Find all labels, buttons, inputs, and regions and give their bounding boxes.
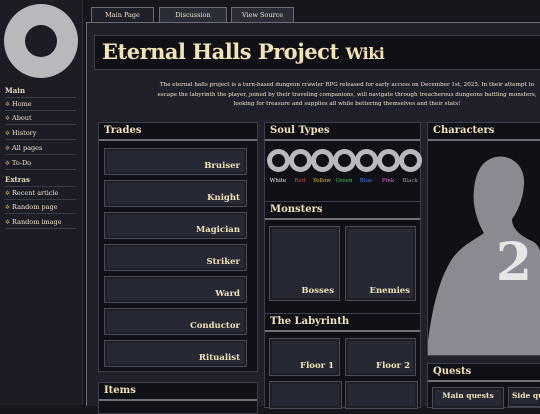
trade-magician-button[interactable]: Magician: [104, 212, 247, 239]
soul-white-icon[interactable]: [267, 149, 290, 172]
soul-label-pink: Pink: [381, 178, 395, 184]
trade-ritualist-button[interactable]: Ritualist: [104, 340, 247, 367]
bullet-icon: ✲: [5, 115, 11, 122]
monsters-enemies-button[interactable]: Enemies: [345, 226, 416, 301]
bullet-icon: ✲: [5, 130, 11, 137]
monsters-panel: Monsters Bosses Enemies: [264, 201, 421, 325]
trade-striker-button[interactable]: Striker: [104, 244, 247, 271]
quests-main-button[interactable]: Main quests: [432, 387, 504, 409]
trades-panel: Trades Bruiser Knight Magician Striker W…: [98, 122, 258, 372]
sidebar: Main ✲ Home ✲ About ✲ History ✲ All pages ✲ T…: [0, 0, 83, 405]
sidebar-item-recent-article[interactable]: ✲ Recent article: [5, 186, 76, 200]
characters-heading: Characters: [428, 123, 540, 141]
sidebar-item-all-pages[interactable]: ✲ All pages: [5, 142, 76, 155]
bullet-icon: ✲: [5, 101, 11, 108]
sidebar-item-home[interactable]: ✲ Home: [5, 97, 76, 111]
soul-label-black: Black: [402, 178, 418, 184]
trade-ward-button[interactable]: Ward: [104, 276, 247, 303]
tab-main-page[interactable]: Main Page: [91, 7, 154, 23]
bullet-icon: ✲: [5, 190, 11, 197]
trade-knight-button[interactable]: Knight: [104, 180, 247, 207]
sidebar-heading-main: Main: [5, 86, 26, 95]
character-number-mark: 2: [495, 232, 533, 293]
sidebar-heading-extras: Extras: [5, 175, 30, 184]
soul-label-yellow: Yellow: [313, 178, 331, 184]
title-banner: Eternal Halls Project Wiki: [94, 35, 540, 70]
sidebar-item-to-do[interactable]: ✲ To-Do: [5, 157, 76, 170]
main-content: Eternal Halls Project Wiki The eternal h…: [86, 22, 540, 414]
bullet-icon: ✲: [5, 145, 11, 152]
bullet-icon: ✲: [5, 219, 11, 226]
labyrinth-panel: The Labyrinth Floor 1 Floor 2: [264, 313, 421, 409]
intro-paragraph: The eternal halls project is a turn-base…: [157, 82, 537, 107]
tab-discussion[interactable]: Discussion: [159, 7, 227, 23]
sidebar-item-about[interactable]: ✲ About: [5, 112, 76, 125]
sidebar-item-history[interactable]: ✲ History: [5, 127, 76, 140]
soul-label-red: Red: [294, 178, 306, 184]
monsters-heading: Monsters: [265, 202, 420, 220]
bullet-icon: ✲: [5, 204, 11, 211]
soul-green-icon[interactable]: [333, 149, 356, 172]
bullet-icon: ✲: [5, 160, 11, 167]
sidebar-item-random-image[interactable]: ✲ Random image: [5, 216, 76, 229]
labyrinth-floor-1-button[interactable]: Floor 1: [269, 338, 340, 376]
wiki-logo[interactable]: [4, 4, 78, 78]
quests-heading: Quests: [428, 364, 540, 382]
soul-blue-icon[interactable]: [355, 149, 378, 172]
labyrinth-floor-2-button[interactable]: Floor 2: [345, 338, 416, 376]
soul-yellow-icon[interactable]: [311, 149, 334, 172]
quests-panel: Quests Main quests Side que: [427, 363, 540, 409]
page-title: Eternal Halls Project Wiki: [102, 39, 385, 64]
characters-panel: Characters 2: [427, 122, 540, 356]
trade-conductor-button[interactable]: Conductor: [104, 308, 247, 335]
labyrinth-heading: The Labyrinth: [265, 314, 420, 332]
soul-pink-icon[interactable]: [377, 149, 400, 172]
soul-black-icon[interactable]: [399, 149, 422, 172]
trades-heading: Trades: [99, 123, 257, 141]
items-panel: Items: [98, 382, 258, 414]
monsters-bosses-button[interactable]: Bosses: [269, 226, 340, 301]
soul-red-icon[interactable]: [289, 149, 312, 172]
soul-label-white: White: [269, 178, 287, 184]
tab-view-source[interactable]: View Source: [231, 7, 294, 23]
soul-types-heading: Soul Types: [265, 123, 420, 141]
sidebar-item-random-page[interactable]: ✲ Random page: [5, 201, 76, 214]
soul-label-blue: Blue: [359, 178, 373, 184]
soul-label-green: Green: [335, 178, 353, 184]
quests-side-button[interactable]: Side que: [508, 387, 540, 407]
trade-bruiser-button[interactable]: Bruiser: [104, 148, 247, 175]
items-heading: Items: [99, 383, 257, 401]
